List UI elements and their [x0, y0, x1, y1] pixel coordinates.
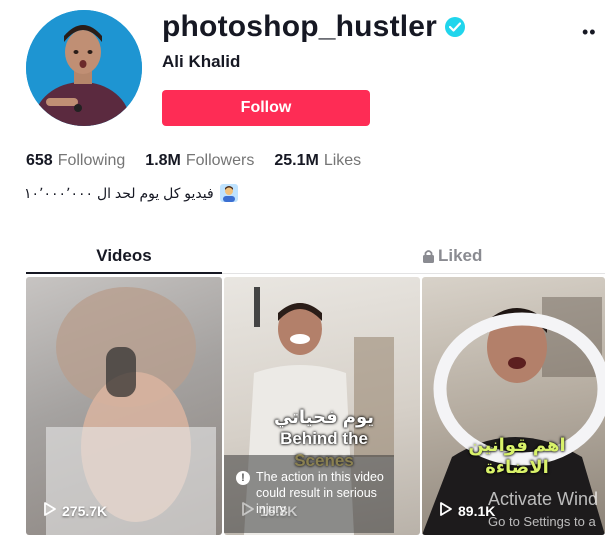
active-tab-indicator: [26, 272, 222, 274]
stat-followers-label: Followers: [185, 152, 255, 169]
video-card[interactable]: اهم قوانين الاضاءة 89.1K Activate Wind G…: [422, 277, 605, 535]
stat-likes: 25.1M Likes: [274, 152, 361, 170]
profile-nickname: Ali Khalid: [162, 52, 241, 71]
tab-liked-label: Liked: [438, 246, 483, 265]
stat-following-label: Following: [57, 152, 126, 169]
play-icon: [440, 502, 452, 519]
stat-followers[interactable]: 1.8M Followers: [145, 152, 254, 170]
follow-button[interactable]: Follow: [162, 90, 370, 126]
video-grid: 275.7K يوم فحياتي Behind the Scenes ! Th…: [26, 277, 605, 542]
sensitive-content-warning: ! The action in this video could result …: [224, 455, 394, 533]
play-icon: [44, 502, 56, 519]
bio-text: فيديو كل يوم لحد ال ١٠٬٠٠٠٬٠٠٠: [24, 184, 214, 201]
video-card[interactable]: 275.7K: [26, 277, 222, 535]
stat-likes-value: 25.1M: [274, 152, 319, 169]
video-caption-arabic-line1: اهم قوانين: [468, 435, 566, 455]
profile-stats: 658 Following 1.8M Followers 25.1M Likes: [26, 152, 361, 170]
stat-followers-value: 1.8M: [145, 152, 181, 169]
view-count: 16.8K: [242, 502, 297, 519]
username-row: photoshop_hustler: [162, 10, 466, 44]
video-thumbnail: [46, 287, 216, 535]
lock-icon: [422, 249, 435, 264]
profile-username: photoshop_hustler: [162, 10, 438, 43]
person-emoji-icon: [219, 184, 238, 202]
profile-tabs: Videos Liked: [26, 240, 605, 274]
tab-videos-label: Videos: [96, 246, 152, 265]
os-activation-watermark-line2: Go to Settings to a: [488, 514, 596, 529]
profile-avatar[interactable]: [26, 10, 142, 126]
tab-videos[interactable]: Videos: [26, 240, 222, 272]
view-count-value: 275.7K: [62, 502, 108, 519]
view-count-value: 16.8K: [260, 502, 298, 519]
video-caption-line1: Behind the: [280, 429, 368, 448]
profile-bio: فيديو كل يوم لحد ال ١٠٬٠٠٠٬٠٠٠: [24, 184, 238, 202]
os-activation-watermark-line1: Activate Wind: [488, 489, 599, 509]
stat-following[interactable]: 658 Following: [26, 152, 125, 170]
avatar-portrait: [26, 10, 142, 126]
stat-following-value: 658: [26, 152, 53, 169]
stat-likes-label: Likes: [323, 152, 362, 169]
video-caption-arabic-line2: الاضاءة: [485, 457, 549, 477]
video-caption-arabic: يوم فحياتي: [273, 407, 375, 427]
view-count: 275.7K: [44, 502, 107, 519]
tab-liked[interactable]: Liked: [422, 240, 542, 272]
video-card[interactable]: يوم فحياتي Behind the Scenes ! The actio…: [224, 277, 420, 535]
more-options-icon[interactable]: ••: [582, 22, 597, 43]
verified-badge-icon: [445, 17, 466, 37]
warning-icon: !: [236, 471, 250, 485]
play-icon: [242, 502, 254, 519]
